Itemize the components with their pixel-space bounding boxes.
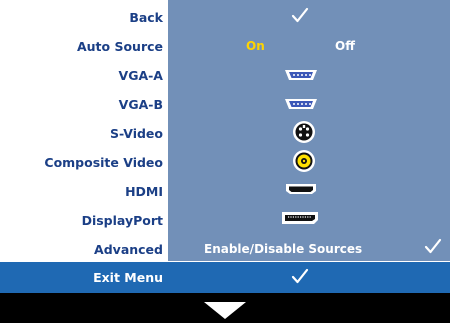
auto-source-off-option[interactable]: Off	[335, 39, 355, 53]
enable-disable-sources-value[interactable]: Enable/Disable Sources	[204, 242, 362, 256]
composite-video-label[interactable]: Composite Video	[0, 155, 163, 170]
checkmark-icon	[291, 268, 309, 284]
checkmark-icon	[424, 238, 442, 254]
auto-source-label[interactable]: Auto Source	[0, 39, 163, 54]
displayport-connector-icon	[282, 212, 318, 224]
hdmi-connector-icon	[286, 184, 316, 194]
vga-connector-icon	[285, 99, 317, 109]
exit-menu-label[interactable]: Exit Menu	[0, 270, 163, 285]
down-arrow-icon[interactable]	[202, 300, 248, 320]
advanced-label[interactable]: Advanced	[0, 242, 163, 257]
composite-connector-icon	[293, 150, 315, 172]
vga-b-label[interactable]: VGA-B	[0, 97, 163, 112]
vga-a-label[interactable]: VGA-A	[0, 68, 163, 83]
s-video-connector-icon	[293, 121, 315, 143]
displayport-label[interactable]: DisplayPort	[0, 213, 163, 228]
auto-source-on-option[interactable]: On	[246, 39, 265, 53]
vga-connector-icon	[285, 70, 317, 80]
checkmark-icon	[291, 7, 309, 23]
input-select-menu: Back Auto Source On Off VGA-A VGA-B S-Vi…	[0, 0, 450, 323]
s-video-label[interactable]: S-Video	[0, 126, 163, 141]
hdmi-label[interactable]: HDMI	[0, 184, 163, 199]
back-label[interactable]: Back	[0, 10, 163, 25]
